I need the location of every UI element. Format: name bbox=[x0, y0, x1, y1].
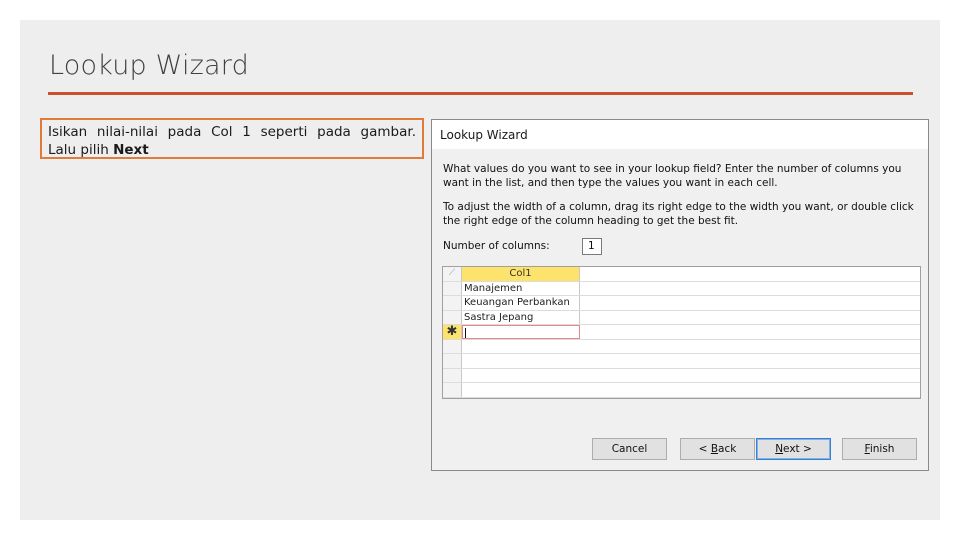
lookup-values-grid: ⟋ Col1 Manajemen Keuangan Perbankan Sast… bbox=[442, 266, 921, 399]
next-label-rest: ext > bbox=[783, 443, 812, 455]
row-selector bbox=[443, 354, 462, 368]
instruction-line-2: Lalu pilih Next bbox=[48, 141, 416, 159]
text-caret bbox=[465, 328, 466, 338]
grid-cell[interactable]: Keuangan Perbankan bbox=[462, 296, 580, 310]
empty-row bbox=[443, 383, 920, 398]
number-of-columns-input[interactable]: 1 bbox=[582, 238, 602, 255]
instruction-next-emphasis: Next bbox=[113, 142, 149, 158]
new-record-row: ✱ bbox=[443, 325, 920, 340]
row-selector[interactable] bbox=[443, 281, 462, 295]
number-of-columns-label: Number of columns: bbox=[443, 240, 550, 252]
back-label-rest: ack bbox=[718, 443, 737, 455]
empty-row bbox=[443, 339, 920, 354]
instruction-line-1: Isikan nilai-nilai pada Col 1 seperti pa… bbox=[48, 124, 416, 140]
back-button[interactable]: < Back bbox=[680, 438, 755, 460]
table-row: Keuangan Perbankan bbox=[443, 296, 920, 311]
row-selector bbox=[443, 368, 462, 382]
table-row: Sastra Jepang bbox=[443, 310, 920, 325]
back-label-prefix: < bbox=[698, 443, 711, 455]
finish-button[interactable]: Finish bbox=[842, 438, 917, 460]
row-selector[interactable] bbox=[443, 296, 462, 310]
dialog-title: Lookup Wizard bbox=[440, 128, 528, 142]
title-underline bbox=[48, 92, 913, 95]
column-header-col1[interactable]: Col1 bbox=[462, 267, 580, 281]
select-all-corner[interactable]: ⟋ bbox=[443, 267, 462, 281]
grid-cell[interactable]: Manajemen bbox=[462, 281, 580, 295]
row-selector bbox=[443, 339, 462, 353]
new-record-cell[interactable] bbox=[462, 325, 580, 339]
row-selector[interactable] bbox=[443, 310, 462, 324]
dialog-instructions: What values do you want to see in your l… bbox=[443, 163, 902, 189]
row-selector bbox=[443, 383, 462, 397]
table-row: Manajemen bbox=[443, 281, 920, 296]
finish-label-rest: inish bbox=[869, 443, 895, 455]
new-record-marker-icon: ✱ bbox=[443, 325, 462, 339]
empty-row bbox=[443, 354, 920, 369]
slide-background: Lookup Wizard Isikan nilai-nilai pada Co… bbox=[20, 20, 940, 520]
dialog-width-hint: To adjust the width of a column, drag it… bbox=[443, 201, 914, 227]
instruction-textbox: Isikan nilai-nilai pada Col 1 seperti pa… bbox=[40, 118, 424, 159]
slide-title: Lookup Wizard bbox=[49, 50, 249, 81]
next-button[interactable]: Next > bbox=[756, 438, 831, 460]
empty-row bbox=[443, 368, 920, 383]
back-label-mnemonic: B bbox=[710, 443, 719, 455]
next-label-mnemonic: N bbox=[775, 443, 784, 455]
grid-header-row: ⟋ Col1 bbox=[443, 267, 920, 282]
instruction-line-2-text: Lalu pilih bbox=[48, 142, 114, 158]
cancel-button[interactable]: Cancel bbox=[592, 438, 667, 460]
dialog-titlebar[interactable]: Lookup Wizard bbox=[432, 120, 928, 149]
grid-cell[interactable]: Sastra Jepang bbox=[462, 310, 580, 324]
lookup-wizard-dialog: Lookup Wizard What values do you want to… bbox=[431, 119, 929, 471]
